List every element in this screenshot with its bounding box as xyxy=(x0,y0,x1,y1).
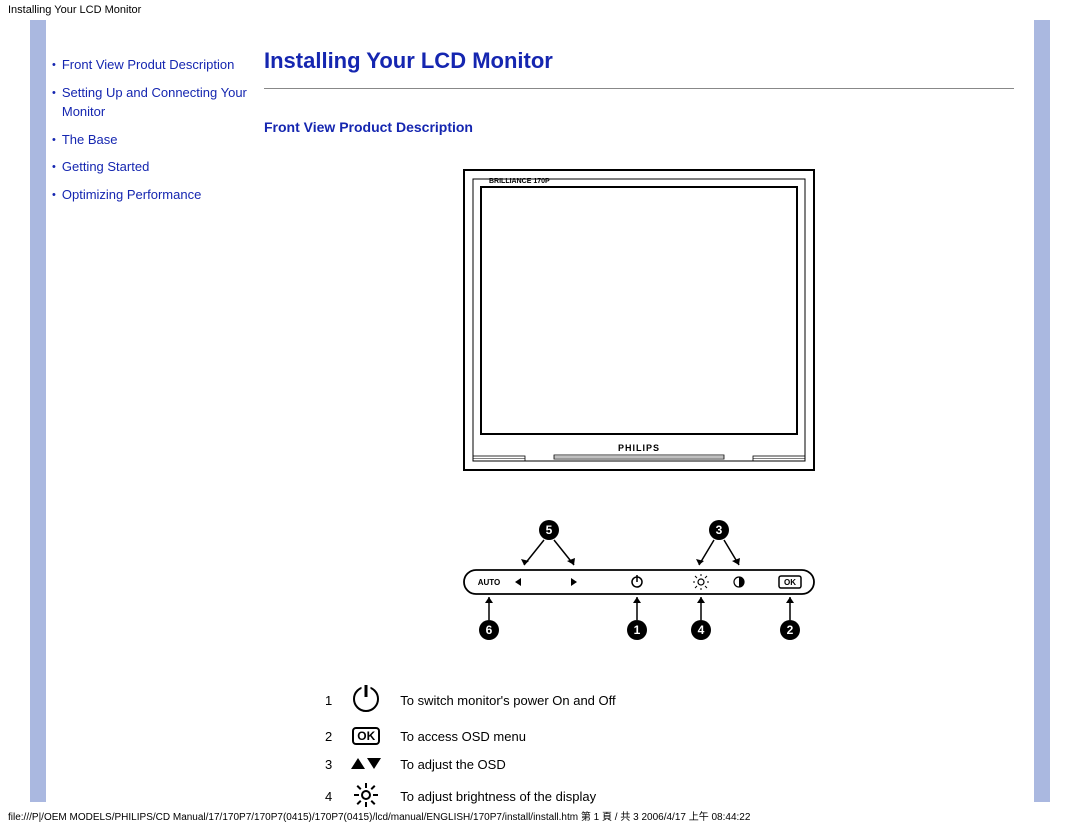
decoration-bar-right xyxy=(1034,20,1050,802)
nav-link[interactable]: The Base xyxy=(62,130,118,150)
power-icon xyxy=(350,685,399,716)
page-title: Installing Your LCD Monitor xyxy=(264,48,1014,74)
brand-text: PHILIPS xyxy=(618,443,660,453)
svg-text:OK: OK xyxy=(784,578,796,587)
nav-list: • Front View Produt Description • Settin… xyxy=(52,55,250,204)
svg-text:AUTO: AUTO xyxy=(478,578,501,587)
legend-num: 1 xyxy=(324,685,350,716)
svg-text:4: 4 xyxy=(698,623,705,637)
svg-text:2: 2 xyxy=(787,623,794,637)
nav-item-the-base[interactable]: • The Base xyxy=(52,130,250,150)
legend-table: 1 To switch monitor's power On and Off 2… xyxy=(324,675,634,820)
nav-item-optimizing[interactable]: • Optimizing Performance xyxy=(52,185,250,205)
legend-num: 4 xyxy=(324,783,350,810)
brightness-icon xyxy=(350,783,399,810)
legend-num: 2 xyxy=(324,726,350,746)
nav-link[interactable]: Setting Up and Connecting Your Monitor xyxy=(62,83,250,122)
table-row: 3 To adjust the OSD xyxy=(324,756,634,773)
bullet-icon: • xyxy=(52,187,56,204)
svg-text:5: 5 xyxy=(546,523,553,537)
nav-item-front-view[interactable]: • Front View Produt Description xyxy=(52,55,250,75)
content-frame: • Front View Produt Description • Settin… xyxy=(0,20,1080,802)
nav-item-getting-started[interactable]: • Getting Started xyxy=(52,157,250,177)
section-title: Front View Product Description xyxy=(264,119,1014,135)
divider xyxy=(264,88,1014,89)
legend-desc: To switch monitor's power On and Off xyxy=(399,685,633,716)
nav-link[interactable]: Optimizing Performance xyxy=(62,185,201,205)
nav-item-setting-up[interactable]: • Setting Up and Connecting Your Monitor xyxy=(52,83,250,122)
ok-icon: OK xyxy=(350,726,399,746)
button-panel-diagram: 5 3 AUTO xyxy=(459,515,819,655)
figure-area: BRILLIANCE 170P PHILIPS 5 3 xyxy=(264,165,1014,655)
svg-text:1: 1 xyxy=(634,623,641,637)
bullet-icon: • xyxy=(52,159,56,176)
arrows-icon xyxy=(350,756,399,773)
nav-link[interactable]: Front View Produt Description xyxy=(62,55,234,75)
svg-text:6: 6 xyxy=(486,623,493,637)
svg-text:3: 3 xyxy=(716,523,723,537)
bullet-icon: • xyxy=(52,57,56,74)
legend-desc: To access OSD menu xyxy=(399,726,633,746)
sidebar: • Front View Produt Description • Settin… xyxy=(46,20,256,802)
legend-desc: To adjust brightness of the display xyxy=(399,783,633,810)
main-content: Installing Your LCD Monitor Front View P… xyxy=(256,20,1034,802)
bullet-icon: • xyxy=(52,132,56,149)
table-row: 1 To switch monitor's power On and Off xyxy=(324,685,634,716)
legend-desc: To adjust the OSD xyxy=(399,756,633,773)
table-row: 4 To adjust brightness of the display xyxy=(324,783,634,810)
decoration-bar-left xyxy=(30,20,46,802)
nav-link[interactable]: Getting Started xyxy=(62,157,149,177)
legend-num: 3 xyxy=(324,756,350,773)
bullet-icon: • xyxy=(52,85,56,102)
window-title: Installing Your LCD Monitor xyxy=(0,0,1080,20)
monitor-diagram: BRILLIANCE 170P PHILIPS xyxy=(459,165,819,485)
badge-text: BRILLIANCE 170P xyxy=(489,178,550,185)
table-row: 2 OK To access OSD menu xyxy=(324,726,634,746)
